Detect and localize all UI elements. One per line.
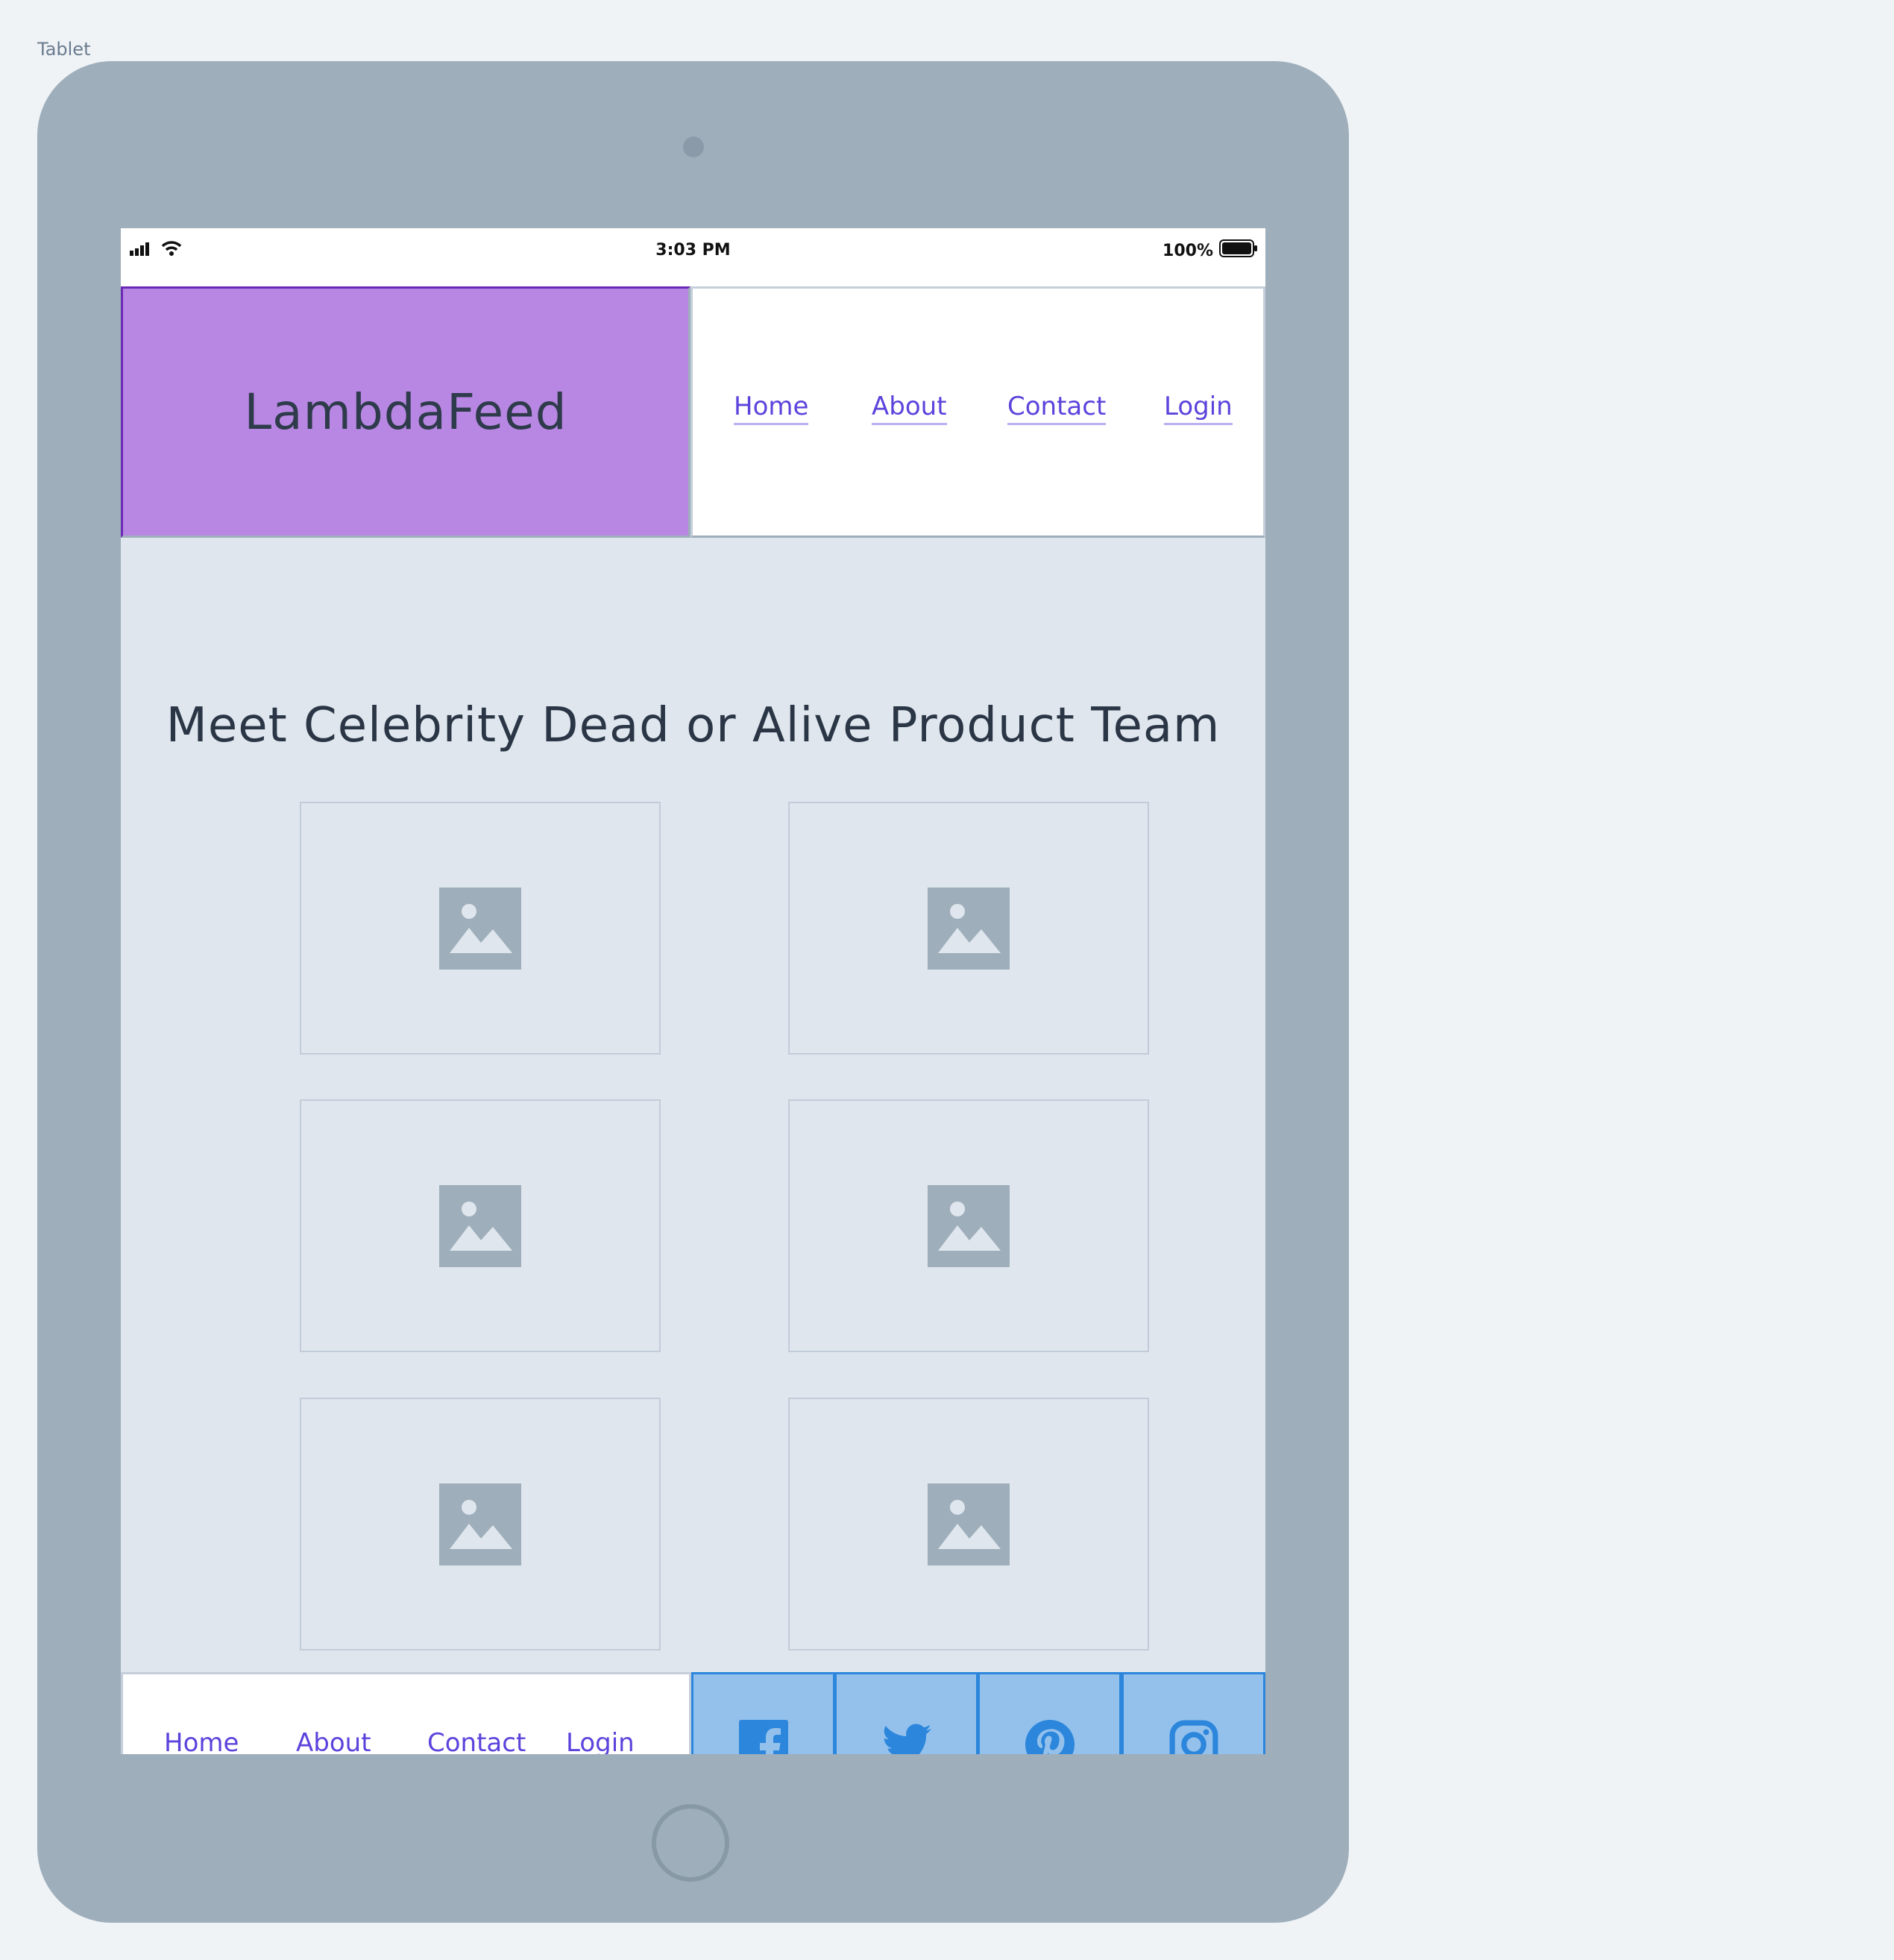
image-placeholder-icon bbox=[928, 887, 1010, 970]
instagram-icon bbox=[1169, 1720, 1218, 1754]
image-placeholder-icon bbox=[439, 1184, 521, 1267]
footer-link-home[interactable]: Home bbox=[164, 1728, 239, 1754]
pinterest-icon bbox=[1025, 1719, 1075, 1754]
brand-logo[interactable]: LambdaFeed bbox=[244, 383, 567, 441]
footer-link-login[interactable]: Login bbox=[566, 1728, 635, 1754]
page-title: Meet Celebrity Dead or Alive Product Tea… bbox=[166, 698, 1221, 753]
image-placeholder-icon bbox=[439, 1483, 521, 1565]
footer-nav: Home About Contact Login bbox=[121, 1672, 691, 1754]
camera-dot bbox=[683, 136, 704, 157]
nav-link-contact[interactable]: Contact bbox=[1007, 392, 1107, 425]
status-bar: 3:03 PM 100% bbox=[121, 228, 1265, 286]
status-battery-group: 100% bbox=[1162, 237, 1258, 264]
home-button[interactable] bbox=[652, 1804, 729, 1882]
site-header: LambdaFeed Home About Contact Login bbox=[121, 286, 1265, 538]
twitter-button[interactable] bbox=[834, 1672, 978, 1754]
footer-link-about[interactable]: About bbox=[296, 1728, 371, 1754]
nav-link-login[interactable]: Login bbox=[1164, 392, 1233, 425]
team-image-card bbox=[788, 802, 1149, 1055]
tablet-device: 3:03 PM 100% LambdaFeed Home About Conta… bbox=[37, 61, 1349, 1923]
nav-link-about[interactable]: About bbox=[872, 392, 947, 425]
screen: 3:03 PM 100% LambdaFeed Home About Conta… bbox=[121, 228, 1265, 1754]
team-image-card bbox=[788, 1398, 1149, 1650]
image-placeholder-icon bbox=[928, 1483, 1010, 1565]
pinterest-button[interactable] bbox=[978, 1672, 1121, 1754]
header-nav: Home About Contact Login bbox=[690, 286, 1265, 538]
image-placeholder-icon bbox=[439, 887, 521, 970]
team-image-card bbox=[788, 1099, 1149, 1352]
footer-link-contact[interactable]: Contact bbox=[427, 1728, 526, 1754]
team-image-card bbox=[300, 1099, 661, 1352]
site-footer: Home About Contact Login bbox=[121, 1672, 1265, 1754]
image-placeholder-icon bbox=[928, 1184, 1010, 1267]
team-image-card bbox=[300, 1398, 661, 1650]
facebook-button[interactable] bbox=[691, 1672, 835, 1754]
status-time: 3:03 PM bbox=[655, 241, 731, 260]
battery-icon bbox=[1219, 239, 1258, 262]
brand-box: LambdaFeed bbox=[121, 286, 690, 538]
battery-percent: 100% bbox=[1162, 241, 1213, 260]
frame-label: Tablet bbox=[37, 39, 91, 60]
team-image-card bbox=[300, 802, 661, 1055]
facebook-icon bbox=[738, 1719, 788, 1754]
nav-link-home[interactable]: Home bbox=[734, 392, 809, 425]
instagram-button[interactable] bbox=[1121, 1672, 1265, 1754]
twitter-icon bbox=[884, 1724, 931, 1754]
